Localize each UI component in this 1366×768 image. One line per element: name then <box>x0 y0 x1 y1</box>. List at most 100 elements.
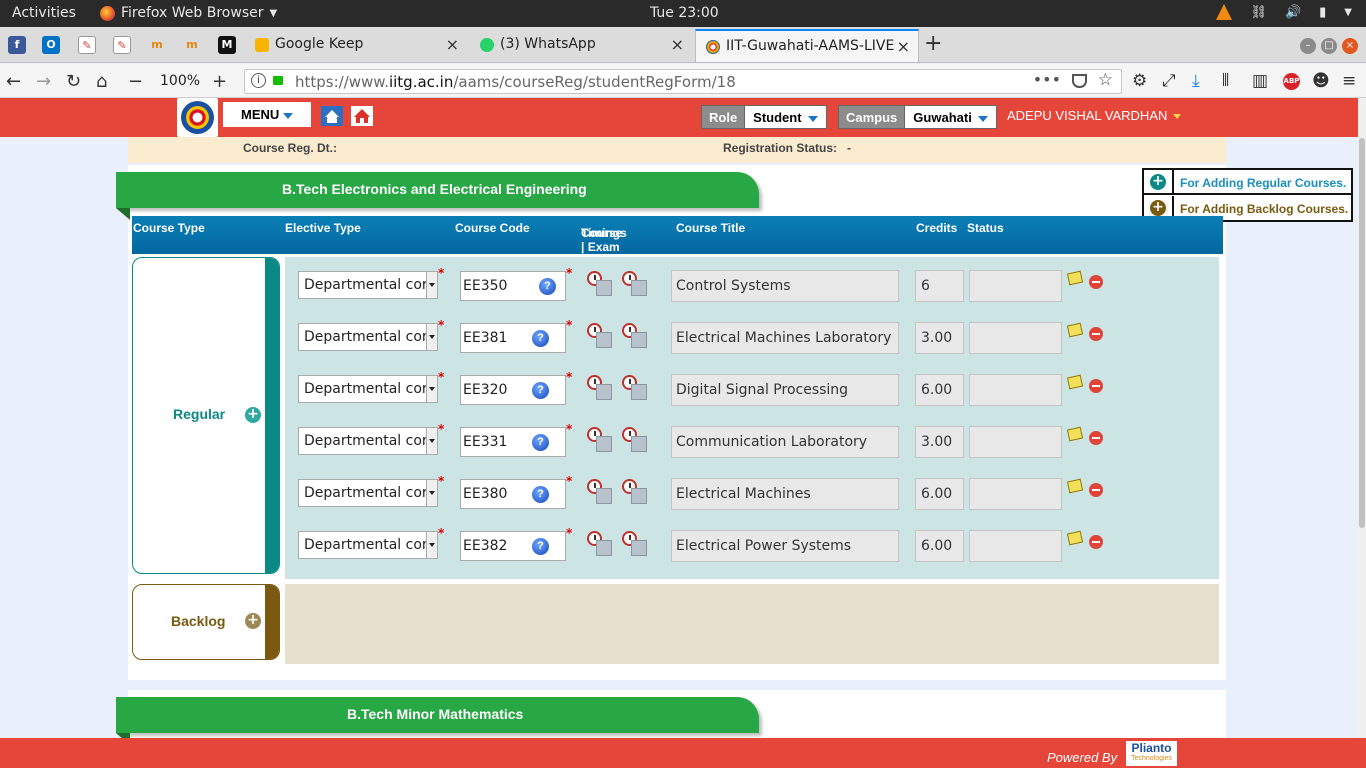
note-icon[interactable] <box>1066 270 1084 286</box>
vlc-icon[interactable] <box>1216 4 1233 20</box>
library-icon[interactable]: ⫴ <box>1222 71 1229 91</box>
close-icon[interactable]: × <box>896 37 910 56</box>
moodle-icon[interactable]: m <box>183 36 201 54</box>
role-selector[interactable]: Role Student <box>701 105 827 129</box>
new-tab-button[interactable]: + <box>924 31 942 56</box>
note-icon[interactable] <box>1066 374 1084 390</box>
network-icon[interactable]: ⛓ <box>1250 5 1267 20</box>
course-code-input[interactable]: EE381? <box>460 323 566 353</box>
exam-timing-icon[interactable] <box>622 531 648 557</box>
outlook-icon[interactable]: O <box>42 36 60 54</box>
scrollbar-thumb[interactable] <box>1359 138 1365 528</box>
course-timing-icon[interactable] <box>587 323 613 349</box>
app-menu[interactable]: Firefox Web Browser ▼ <box>100 5 277 21</box>
remove-course-icon[interactable] <box>1089 275 1103 289</box>
elective-type-select[interactable]: Departmental core <box>298 479 438 507</box>
course-timing-icon[interactable] <box>587 375 613 401</box>
exam-timing-icon[interactable] <box>622 375 648 401</box>
close-window-button[interactable]: × <box>1342 38 1358 54</box>
zoom-in-button[interactable]: + <box>212 71 227 92</box>
edit-icon[interactable]: ✎ <box>113 36 131 54</box>
system-tray[interactable]: ⛓ 🔊 ▮ ▼ <box>1216 4 1352 20</box>
elective-type-select[interactable]: Departmental core <box>298 271 438 299</box>
bookmark-star-icon[interactable]: ☆ <box>1098 70 1113 90</box>
facebook-icon[interactable]: f <box>8 36 26 54</box>
minimize-button[interactable]: – <box>1300 38 1316 54</box>
note-icon[interactable] <box>1066 530 1084 546</box>
add-regular-link[interactable]: For Adding Regular Courses. <box>1180 176 1346 190</box>
info-icon[interactable]: i <box>251 73 266 88</box>
help-icon[interactable]: ? <box>532 330 549 347</box>
forward-button[interactable]: → <box>36 71 51 92</box>
back-button[interactable]: ← <box>6 71 21 92</box>
tab-whatsapp[interactable]: (3) WhatsApp × <box>470 29 692 62</box>
add-circle-icon[interactable]: + <box>1150 174 1166 190</box>
close-icon[interactable]: × <box>671 35 684 54</box>
edit-icon[interactable]: ✎ <box>78 36 96 54</box>
course-code-input[interactable]: EE380? <box>460 479 566 509</box>
help-icon[interactable]: ? <box>532 382 549 399</box>
home-button[interactable]: ⌂ <box>96 71 107 92</box>
course-code-input[interactable]: EE350? <box>460 271 566 301</box>
help-icon[interactable]: ? <box>539 278 556 295</box>
dashboard-home-icon[interactable] <box>351 106 373 126</box>
course-code-input[interactable]: EE382? <box>460 531 566 561</box>
page-scrollbar[interactable] <box>1358 98 1366 738</box>
note-icon[interactable] <box>1066 322 1084 338</box>
add-regular-courses[interactable]: + For Adding Regular Courses. <box>1144 170 1351 195</box>
tab-google-keep[interactable]: Google Keep × <box>245 29 467 62</box>
clock[interactable]: Tue 23:00 <box>650 5 719 21</box>
help-icon[interactable]: ? <box>532 538 549 555</box>
help-icon[interactable]: ? <box>532 434 549 451</box>
url-text[interactable]: https://www.iitg.ac.in/aams/courseReg/st… <box>295 73 736 91</box>
remove-course-icon[interactable] <box>1089 379 1103 393</box>
add-circle-icon[interactable]: + <box>245 613 261 629</box>
iitg-logo[interactable] <box>177 98 218 137</box>
zoom-out-button[interactable]: − <box>128 71 143 92</box>
exam-timing-icon[interactable] <box>622 427 648 453</box>
course-timing-icon[interactable] <box>587 271 613 297</box>
help-icon[interactable]: ? <box>532 486 549 503</box>
plianto-logo[interactable]: Plianto Technologies <box>1126 741 1177 766</box>
remove-course-icon[interactable] <box>1089 431 1103 445</box>
extension-icon[interactable]: ☻ <box>1312 71 1330 91</box>
campus-selector[interactable]: Campus Guwahati <box>838 105 997 129</box>
activities-button[interactable]: Activities <box>12 5 76 21</box>
note-icon[interactable] <box>1066 478 1084 494</box>
menu-button[interactable]: MENU <box>223 102 311 127</box>
gear-icon[interactable]: ⚙ <box>1132 71 1147 91</box>
add-circle-icon[interactable]: + <box>1150 200 1166 216</box>
elective-type-select[interactable]: Departmental core <box>298 531 438 559</box>
campus-dropdown[interactable]: Guwahati <box>905 105 997 129</box>
close-icon[interactable]: × <box>446 35 459 54</box>
expand-icon[interactable]: ⤢ <box>1162 71 1176 91</box>
course-code-input[interactable]: EE320? <box>460 375 566 405</box>
remove-course-icon[interactable] <box>1089 535 1103 549</box>
moodle-icon[interactable]: m <box>148 36 166 54</box>
elective-type-select[interactable]: Departmental core <box>298 427 438 455</box>
note-icon[interactable] <box>1066 426 1084 442</box>
home-icon[interactable] <box>321 106 343 126</box>
reload-button[interactable]: ↻ <box>66 71 81 92</box>
zoom-level[interactable]: 100% <box>160 73 200 89</box>
elective-type-select[interactable]: Departmental core <box>298 375 438 403</box>
battery-icon[interactable]: ▮ <box>1319 5 1326 20</box>
course-code-input[interactable]: EE331? <box>460 427 566 457</box>
adblock-icon[interactable]: ABP <box>1283 73 1300 90</box>
exam-timing-icon[interactable] <box>622 479 648 505</box>
pocket-icon[interactable] <box>1072 74 1087 88</box>
url-bar[interactable]: i https://www.iitg.ac.in/aams/courseReg/… <box>244 69 1122 94</box>
page-actions-icon[interactable]: ••• <box>1033 70 1061 89</box>
lock-icon[interactable] <box>273 76 283 85</box>
download-icon[interactable]: ⤓ <box>1192 71 1200 91</box>
add-backlog-link[interactable]: For Adding Backlog Courses. <box>1180 202 1348 216</box>
maximize-button[interactable]: □ <box>1321 38 1337 54</box>
medium-icon[interactable]: M <box>218 36 236 54</box>
course-timing-icon[interactable] <box>587 479 613 505</box>
course-timing-icon[interactable] <box>587 427 613 453</box>
elective-type-select[interactable]: Departmental core <box>298 323 438 351</box>
add-circle-icon[interactable]: + <box>245 407 261 423</box>
tab-iitg-aams[interactable]: IIT-Guwahati-AAMS-LIVE × <box>695 29 919 62</box>
user-menu[interactable]: ADEPU VISHAL VARDHAN <box>1007 108 1182 123</box>
exam-timing-icon[interactable] <box>622 271 648 297</box>
